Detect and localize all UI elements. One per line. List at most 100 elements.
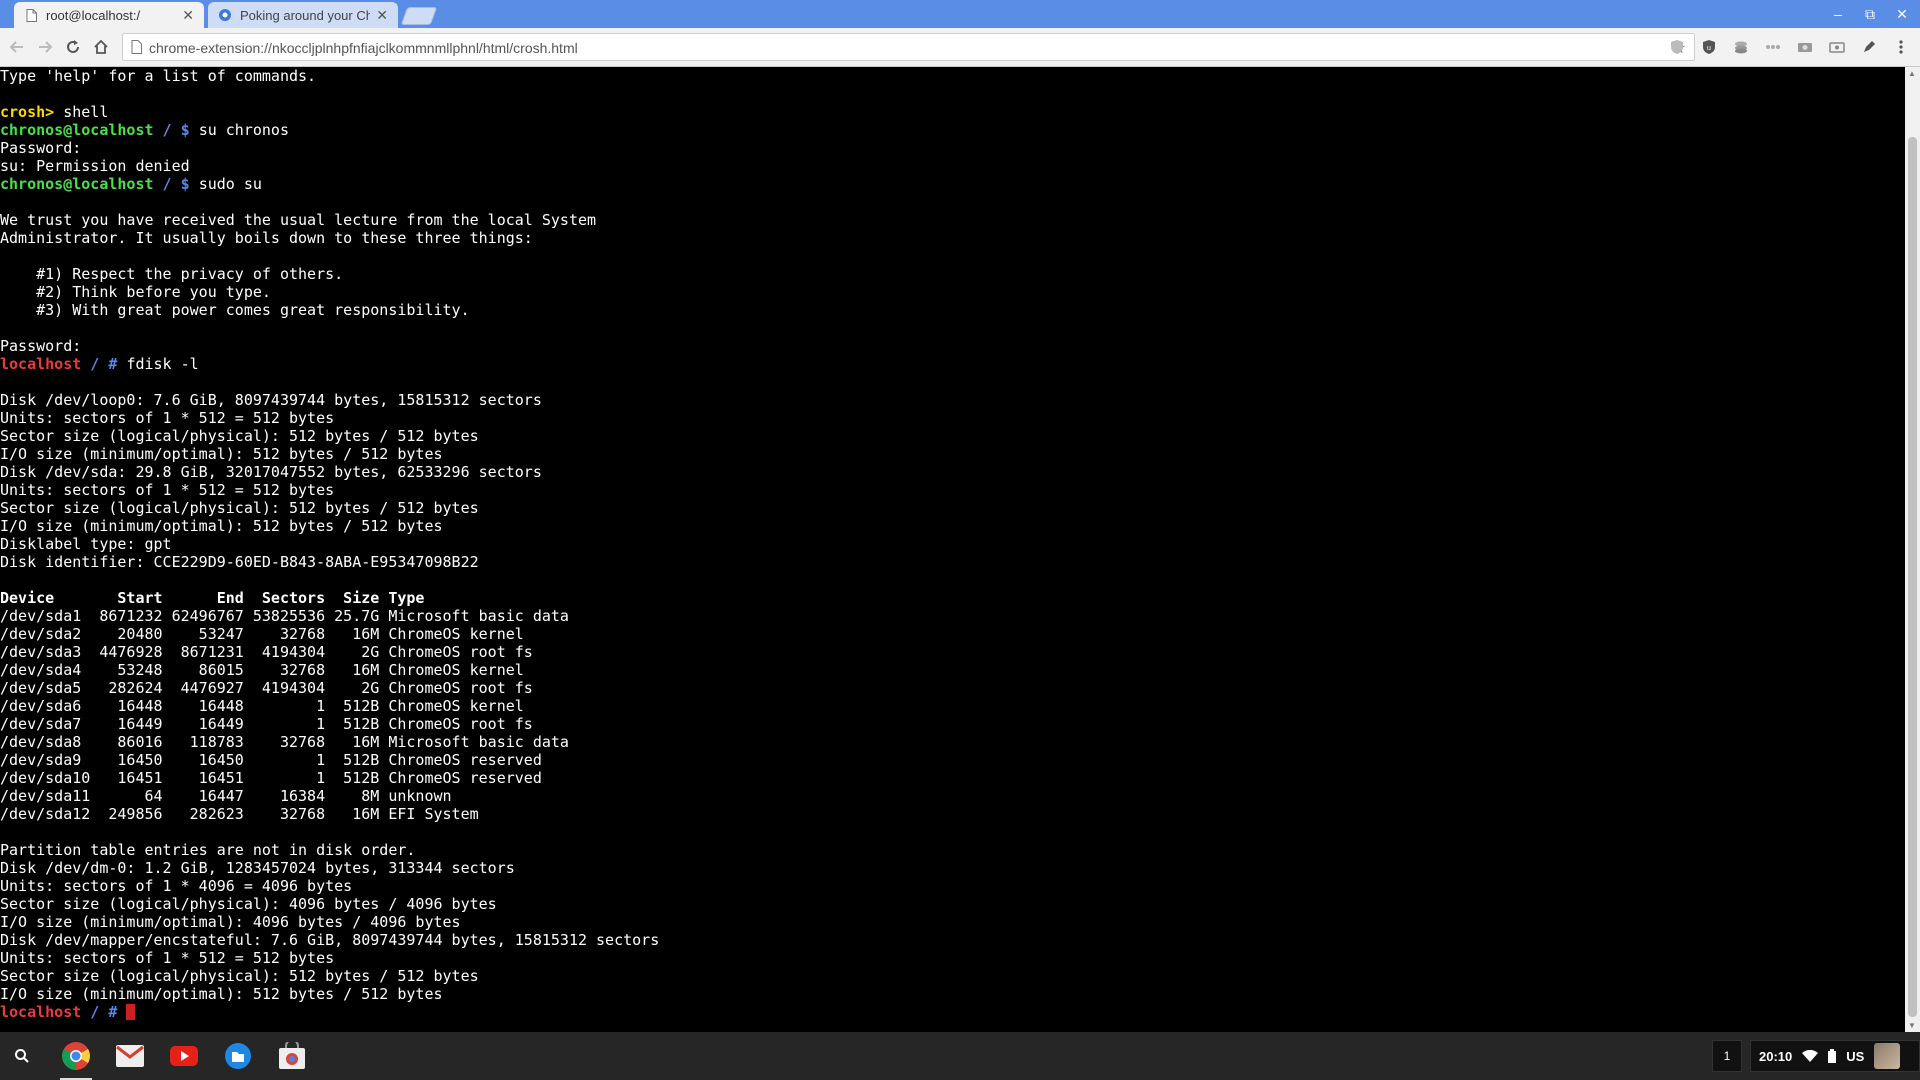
terminal-text: Sector size (logical/physical): 512 byte… — [0, 427, 479, 445]
tab-title: root@localhost:/ — [46, 7, 141, 23]
menu-icon[interactable] — [1890, 36, 1912, 58]
terminal-line: Device Start End Sectors Size Type — [0, 589, 1905, 607]
terminal-text: sudo su — [198, 175, 262, 193]
search-icon — [15, 1049, 29, 1063]
terminal-line: Disk /dev/dm-0: 1.2 GiB, 1283457024 byte… — [0, 859, 1905, 877]
terminal-line: Password: — [0, 337, 1905, 355]
battery-icon — [1828, 1049, 1837, 1063]
back-button[interactable] — [6, 36, 28, 58]
terminal-line: Sector size (logical/physical): 4096 byt… — [0, 895, 1905, 913]
terminal-line: I/O size (minimum/optimal): 4096 bytes /… — [0, 913, 1905, 931]
youtube-icon[interactable] — [166, 1038, 202, 1074]
terminal-text: Disk /dev/mapper/encstateful: 7.6 GiB, 8… — [0, 931, 660, 949]
terminal-line: #2) Think before you type. — [0, 283, 1905, 301]
terminal-text: /dev/sda3 4476928 8671231 4194304 2G Chr… — [0, 643, 533, 661]
scroll-up-icon[interactable]: ▲ — [1908, 69, 1916, 78]
web-store-icon[interactable] — [274, 1038, 310, 1074]
chrome-icon[interactable] — [58, 1038, 94, 1074]
scrollbar-thumb[interactable] — [1908, 137, 1917, 1017]
terminal-line: crosh> shell — [0, 103, 1905, 121]
terminal-text: Units: sectors of 1 * 512 = 512 bytes — [0, 409, 335, 427]
terminal-text: Sector size (logical/physical): 512 byte… — [0, 499, 479, 517]
close-tab-icon[interactable]: ✕ — [182, 7, 194, 24]
extension-ublock-icon[interactable]: u — [1698, 36, 1720, 58]
notification-count[interactable]: 1 — [1712, 1040, 1742, 1072]
terminal-text: /dev/sda1 8671232 62496767 53825536 25.7… — [0, 607, 569, 625]
terminal-text: /dev/sda4 53248 86015 32768 16M ChromeOS… — [0, 661, 524, 679]
tab-article[interactable]: Poking around your Chr ✕ — [208, 2, 398, 28]
extension-pen-icon[interactable] — [1858, 36, 1880, 58]
terminal-line: /dev/sda7 16449 16449 1 512B ChromeOS ro… — [0, 715, 1905, 733]
forward-button[interactable] — [34, 36, 56, 58]
terminal-text: Disklabel type: gpt — [0, 535, 172, 553]
new-tab-button[interactable] — [400, 7, 438, 25]
terminal-text: #3) With great power comes great respons… — [0, 301, 470, 319]
terminal-text: I/O size (minimum/optimal): 512 bytes / … — [0, 445, 443, 463]
extension-screenshot-icon[interactable] — [1826, 36, 1848, 58]
close-tab-icon[interactable]: ✕ — [376, 7, 388, 24]
terminal-line: /dev/sda6 16448 16448 1 512B ChromeOS ke… — [0, 697, 1905, 715]
terminal-text: Device Start End Sectors Size Type — [0, 589, 425, 607]
minimize-button[interactable]: – — [1826, 4, 1850, 24]
terminal-text: / $ — [153, 121, 199, 139]
site-icon — [218, 8, 232, 22]
terminal-line: /dev/sda5 282624 4476927 4194304 2G Chro… — [0, 679, 1905, 697]
terminal-line: /dev/sda4 53248 86015 32768 16M ChromeOS… — [0, 661, 1905, 679]
terminal-line: su: Permission denied — [0, 157, 1905, 175]
terminal-scrollbar[interactable]: ▲ ▼ — [1905, 67, 1920, 1032]
terminal-text: shell — [63, 103, 109, 121]
terminal-line: We trust you have received the usual lec… — [0, 211, 1905, 229]
system-tray[interactable]: 20:10 US — [1750, 1040, 1920, 1072]
extension-stack-icon[interactable] — [1730, 36, 1752, 58]
terminal-text: /dev/sda9 16450 16450 1 512B ChromeOS re… — [0, 751, 542, 769]
tab-terminal[interactable]: root@localhost:/ ✕ — [14, 2, 204, 28]
terminal-text: /dev/sda10 16451 16451 1 512B ChromeOS r… — [0, 769, 542, 787]
terminal-line: I/O size (minimum/optimal): 512 bytes / … — [0, 985, 1905, 1003]
terminal-line: localhost / # fdisk -l — [0, 355, 1905, 373]
terminal-window[interactable]: Type 'help' for a list of commands. crosh… — [0, 67, 1905, 1032]
terminal-text: /dev/sda8 86016 118783 32768 16M Microso… — [0, 733, 569, 751]
terminal-line: Sector size (logical/physical): 512 byte… — [0, 499, 1905, 517]
terminal-text: /dev/sda6 16448 16448 1 512B ChromeOS ke… — [0, 697, 524, 715]
terminal-line: Disklabel type: gpt — [0, 535, 1905, 553]
launcher-button[interactable] — [6, 1040, 38, 1072]
keyboard-layout: US — [1846, 1048, 1865, 1064]
close-window-button[interactable]: ✕ — [1890, 4, 1914, 24]
home-button[interactable] — [90, 36, 112, 58]
terminal-line: chronos@localhost / $ su chronos — [0, 121, 1905, 139]
terminal-text: Units: sectors of 1 * 4096 = 4096 bytes — [0, 877, 353, 895]
terminal-text: Units: sectors of 1 * 512 = 512 bytes — [0, 949, 335, 967]
terminal-text: Sector size (logical/physical): 512 byte… — [0, 967, 479, 985]
terminal-text: I/O size (minimum/optimal): 512 bytes / … — [0, 985, 443, 1003]
terminal-line: I/O size (minimum/optimal): 512 bytes / … — [0, 445, 1905, 463]
extension-shield-icon[interactable] — [1666, 36, 1688, 58]
terminal-line: Partition table entries are not in disk … — [0, 841, 1905, 859]
reload-button[interactable] — [62, 36, 84, 58]
terminal-line: /dev/sda8 86016 118783 32768 16M Microso… — [0, 733, 1905, 751]
extension-dots-icon[interactable] — [1762, 36, 1784, 58]
terminal-text: I/O size (minimum/optimal): 512 bytes / … — [0, 517, 443, 535]
scroll-down-icon[interactable]: ▼ — [1908, 1021, 1916, 1030]
terminal-text: / # — [81, 355, 127, 373]
terminal-text: Type 'help' for a list of commands. — [0, 67, 317, 85]
files-icon[interactable] — [220, 1038, 256, 1074]
restore-button[interactable]: ⧉ — [1858, 4, 1882, 24]
extension-camera-icon[interactable] — [1794, 36, 1816, 58]
terminal-line: Password: — [0, 139, 1905, 157]
terminal-text: chronos@localhost — [0, 121, 154, 139]
tab-strip: root@localhost:/ ✕ Poking around your Ch… — [0, 0, 1920, 28]
terminal-line: chronos@localhost / $ sudo su — [0, 175, 1905, 193]
terminal-line: Sector size (logical/physical): 512 byte… — [0, 427, 1905, 445]
gmail-icon[interactable] — [112, 1038, 148, 1074]
terminal-text: #2) Think before you type. — [0, 283, 271, 301]
address-bar[interactable]: chrome-extension://nkoccljplnhpfnfiajclk… — [122, 33, 1695, 61]
terminal-line: Disk identifier: CCE229D9-60ED-B843-8ABA… — [0, 553, 1905, 571]
terminal-text: localhost — [0, 355, 82, 373]
terminal-line: #3) With great power comes great respons… — [0, 301, 1905, 319]
home-icon — [94, 39, 108, 54]
